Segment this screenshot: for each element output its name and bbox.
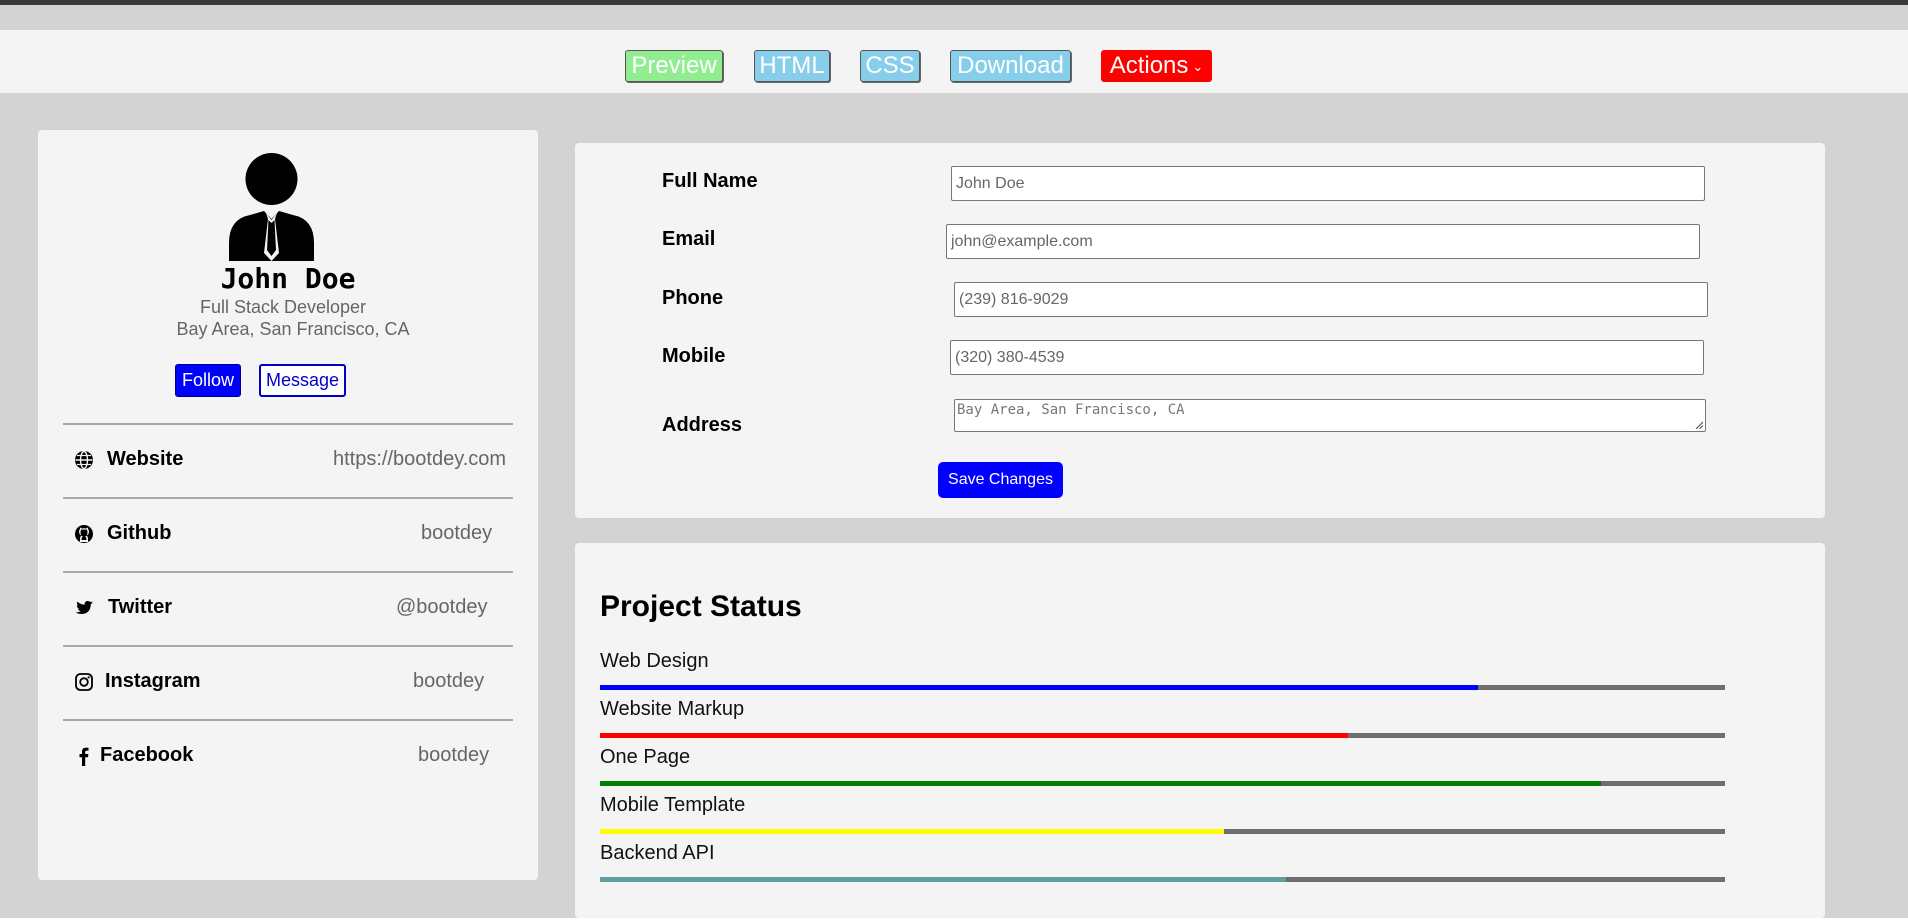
download-button[interactable]: Download	[950, 50, 1071, 82]
social-row-website[interactable]: Website https://bootdey.com	[63, 423, 513, 497]
preview-button-label: Preview	[631, 52, 717, 79]
facebook-icon	[79, 747, 89, 766]
social-value[interactable]: bootdey	[421, 522, 492, 545]
progress-fill	[600, 733, 1349, 738]
progress-track	[600, 733, 1725, 738]
download-button-label: Download	[957, 52, 1064, 79]
resize-grip-icon[interactable]	[1695, 421, 1703, 429]
save-changes-label: Save Changes	[948, 471, 1053, 488]
globe-icon	[75, 450, 93, 470]
project-status-title: Project Status	[600, 590, 802, 623]
progress-fill	[600, 829, 1225, 834]
actions-label: Actions	[1109, 52, 1189, 79]
project-label: Web Design	[600, 650, 709, 672]
progress-track	[600, 685, 1725, 690]
mobile-field[interactable]: (320) 380-4539	[950, 340, 1704, 375]
email-field[interactable]: john@example.com	[946, 224, 1700, 259]
html-button[interactable]: HTML	[754, 50, 830, 82]
phone-label: Phone	[662, 287, 724, 309]
project-label: One Page	[600, 746, 691, 768]
social-row-instagram[interactable]: Instagram bootdey	[63, 645, 513, 719]
profile-location: Bay Area, San Francisco, CA	[176, 319, 410, 339]
full-name-label: Full Name	[662, 170, 758, 192]
toolbar: Preview HTML CSS Download Actions ⌄	[0, 30, 1908, 93]
save-changes-button[interactable]: Save Changes	[938, 462, 1063, 498]
mobile-label: Mobile	[662, 345, 726, 367]
social-label: Website	[107, 448, 184, 470]
project-label: Mobile Template	[600, 794, 746, 816]
social-value[interactable]: https://bootdey.com	[333, 448, 506, 471]
css-button[interactable]: CSS	[860, 50, 920, 82]
social-value[interactable]: bootdey	[413, 670, 484, 693]
progress-track	[600, 781, 1725, 786]
profile-role: Full Stack Developer	[199, 297, 367, 317]
social-value[interactable]: bootdey	[418, 744, 489, 767]
css-button-label: CSS	[865, 52, 915, 79]
social-label: Facebook	[100, 744, 194, 766]
address-label: Address	[662, 414, 743, 436]
follow-button-label: Follow	[181, 370, 234, 390]
social-row-twitter[interactable]: Twitter @bootdey	[63, 571, 513, 645]
message-button[interactable]: Message	[259, 364, 346, 397]
address-placeholder: Bay Area, San Francisco, CA	[957, 402, 1185, 418]
avatar-icon	[229, 153, 314, 261]
social-row-facebook[interactable]: Facebook bootdey	[63, 719, 513, 793]
phone-field[interactable]: (239) 816-9029	[954, 282, 1708, 317]
social-value[interactable]: @bootdey	[396, 596, 487, 619]
email-label: Email	[662, 228, 716, 250]
progress-fill	[600, 685, 1478, 690]
instagram-icon	[75, 673, 93, 691]
html-button-label: HTML	[759, 52, 825, 79]
follow-button[interactable]: Follow	[175, 364, 241, 397]
social-label: Github	[107, 522, 172, 544]
project-label: Website Markup	[600, 698, 745, 720]
preview-button[interactable]: Preview	[625, 50, 723, 82]
social-label: Twitter	[108, 596, 173, 618]
social-label: Instagram	[105, 670, 201, 692]
progress-fill	[600, 877, 1287, 882]
full-name-input[interactable]: John Doe	[951, 166, 1705, 201]
github-icon	[75, 525, 93, 543]
project-label: Backend API	[600, 842, 715, 864]
actions-dropdown[interactable]: Actions ⌄	[1101, 50, 1212, 82]
progress-track	[600, 829, 1725, 834]
top-strip	[0, 5, 1908, 30]
profile-name: John Doe	[220, 262, 356, 295]
twitter-icon	[75, 601, 93, 614]
message-button-label: Message	[265, 370, 340, 390]
chevron-down-icon: ⌄	[1192, 58, 1204, 74]
progress-track	[600, 877, 1725, 882]
address-textarea[interactable]: Bay Area, San Francisco, CA	[954, 399, 1706, 432]
progress-fill	[600, 781, 1602, 786]
social-row-github[interactable]: Github bootdey	[63, 497, 513, 571]
